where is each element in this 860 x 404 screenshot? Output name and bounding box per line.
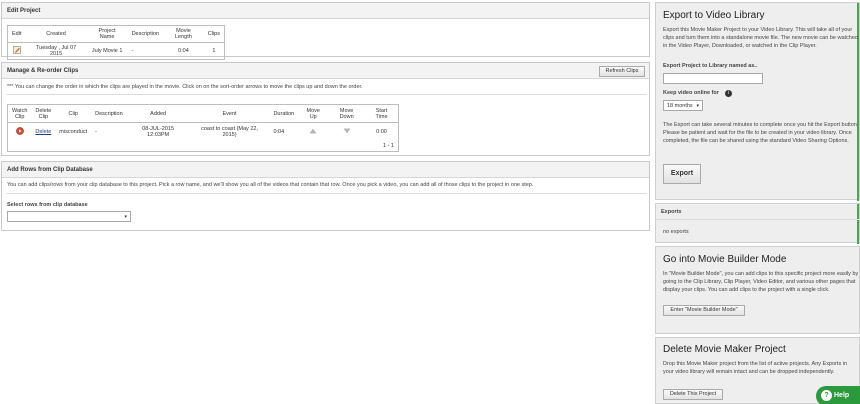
col-watch-clip: Watch Clip	[7, 104, 32, 124]
select-rows-label: Select rows from clip database	[7, 202, 88, 208]
edit-pencil-icon[interactable]	[8, 43, 26, 60]
exports-empty: no exports	[663, 229, 689, 235]
col-move-up: Move Up	[298, 104, 329, 124]
export-button[interactable]: Export	[663, 164, 701, 184]
delete-project-text: Drop this Movie Maker project from the l…	[663, 361, 848, 375]
col-movie-length: Movie Length	[163, 25, 204, 43]
exports-title: Exports	[661, 209, 682, 215]
col-duration: Duration	[269, 104, 299, 124]
add-rows-title: Add Rows from Clip Database	[2, 162, 649, 178]
chevron-down-icon: ▾	[696, 103, 699, 109]
col-event: Event	[189, 104, 270, 124]
clip-event: coast to coast (May 22, 2015)	[201, 125, 258, 138]
export-note: The Export can take several minutes to c…	[663, 122, 859, 144]
exports-panel: Exports no exports	[655, 203, 860, 244]
col-move-down: Move Down	[328, 104, 366, 124]
export-name-label: Export Project to Library named as..	[663, 63, 758, 69]
chevron-down-icon: ▾	[124, 214, 127, 220]
move-up-icon[interactable]	[298, 123, 328, 141]
project-clips: 1	[212, 48, 216, 54]
builder-title: Go into Movie Builder Mode	[663, 254, 787, 265]
pager-text: 1 - 1	[382, 142, 394, 149]
project-description: -	[131, 48, 134, 54]
help-label: Help	[834, 392, 850, 399]
move-down-icon[interactable]	[328, 123, 365, 141]
clips-table: Watch Clip Delete Clip Clip Description Ad…	[7, 104, 399, 152]
clip-duration: 0:04	[273, 128, 285, 135]
project-length: 0:04	[178, 48, 189, 54]
export-title: Export to Video Library	[663, 10, 765, 21]
add-rows-note: You can add clips/rows from your clip da…	[7, 182, 534, 188]
manage-clips-title: Manage & Re-order Clips	[2, 63, 649, 79]
watch-clip-icon[interactable]	[8, 123, 32, 141]
help-button[interactable]: ? Help	[816, 386, 860, 404]
edit-project-title: Edit Project	[2, 3, 649, 19]
reorder-note: *** You can change the order in which th…	[7, 84, 363, 90]
clip-description: -	[95, 128, 97, 135]
delete-clip-link[interactable]: Delete	[31, 123, 55, 141]
project-created: Tuesday , Jul 07 2015	[35, 45, 77, 57]
delete-project-button[interactable]: Delete This Project	[663, 389, 723, 400]
clip-name: misconduct	[59, 128, 88, 135]
add-rows-panel: Add Rows from Clip Database You can add …	[1, 161, 650, 231]
delete-project-title: Delete Movie Maker Project	[663, 344, 786, 355]
export-panel: Export to Video Library Export this Movi…	[655, 2, 860, 201]
manage-clips-panel: Manage & Re-order Clips Refresh Clips **…	[1, 62, 650, 156]
clip-database-select[interactable]: ▾	[7, 211, 131, 222]
col-project-name: Project Name	[86, 25, 128, 43]
refresh-clips-button[interactable]: Refresh Clips	[599, 66, 645, 77]
table-row: Delete misconduct - 08-JUL-2015 12:03PM …	[8, 123, 399, 141]
enter-builder-button[interactable]: Enter "Movie Builder Mode"	[663, 305, 745, 316]
project-table: Edit Created Project Name Description Mo…	[7, 25, 225, 60]
col-clip: Clip	[55, 104, 92, 124]
clip-added: 08-JUL-2015 12:03PM	[142, 125, 175, 138]
col-edit: Edit	[7, 25, 26, 43]
builder-panel: Go into Movie Builder Mode In "Movie Bui…	[655, 246, 860, 334]
col-description: Description	[91, 104, 127, 124]
info-icon[interactable]: i	[725, 90, 732, 97]
keep-online-label: Keep video online for	[663, 90, 719, 96]
export-intro: Export this Movie Maker Project to your …	[663, 27, 858, 49]
col-delete-clip: Delete Clip	[31, 104, 56, 124]
col-created: Created	[25, 25, 87, 43]
table-row: Tuesday , Jul 07 2015 July Movie 1 - 0:0…	[8, 43, 225, 60]
help-icon: ?	[821, 390, 832, 401]
project-name: July Movie 1	[91, 48, 123, 54]
clip-start-time: 0:00	[376, 128, 387, 135]
export-name-field[interactable]	[663, 73, 763, 84]
keep-online-select[interactable]: 18 months ▾	[663, 100, 703, 111]
edit-project-panel: Edit Project Edit Created Project Name D…	[1, 2, 650, 60]
col-added: Added	[126, 104, 190, 124]
col-description: Description	[127, 25, 164, 43]
col-clips: Clips	[203, 25, 225, 43]
col-start-time: Start Time	[365, 104, 399, 124]
builder-text: In "Movie Builder Mode", you can add cli…	[663, 271, 859, 293]
